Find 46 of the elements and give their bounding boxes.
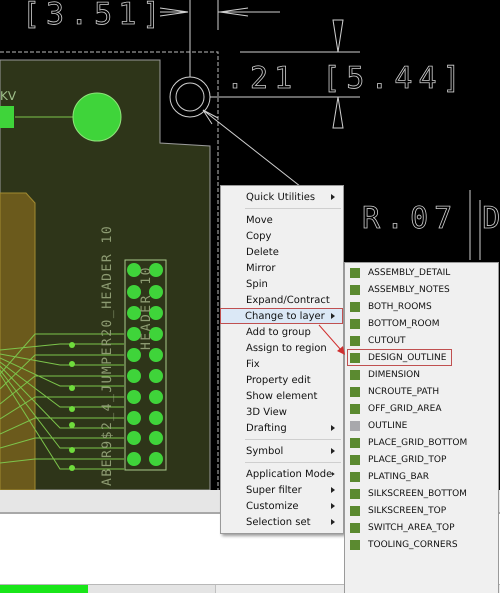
silkscreen-text: ABER9$2_4_JUMPER20_HEADER 10 bbox=[100, 224, 115, 486]
menu-item[interactable]: Application Mode bbox=[221, 466, 343, 482]
layer-menu-item[interactable]: SILKSCREEN_BOTTOM bbox=[347, 485, 496, 502]
layer-menu-item[interactable]: BOTH_ROOMS bbox=[347, 298, 496, 315]
menu-item[interactable]: Add to group bbox=[221, 324, 343, 340]
menu-item[interactable]: Quick Utilities bbox=[221, 189, 343, 205]
layer-menu-item[interactable]: ASSEMBLY_NOTES bbox=[347, 281, 496, 298]
menu-item[interactable]: Delete bbox=[221, 244, 343, 260]
dimension-text: .21 [5.44] bbox=[226, 61, 467, 96]
menu-item[interactable]: Show element bbox=[221, 388, 343, 404]
layer-menu-item[interactable]: SWITCH_AREA_TOP bbox=[347, 519, 496, 536]
layer-menu-item[interactable]: ASSEMBLY_DETAIL bbox=[347, 264, 496, 281]
layer-menu-item[interactable]: SILKSCREEN_TOP bbox=[347, 502, 496, 519]
menu-item[interactable]: Drafting bbox=[221, 420, 343, 436]
pad-icon bbox=[0, 106, 14, 128]
layer-menu-item[interactable]: DESIGN_OUTLINE bbox=[347, 349, 452, 366]
menu-item[interactable]: Mirror bbox=[221, 260, 343, 276]
layer-menu-item[interactable]: PLACE_GRID_BOTTOM bbox=[347, 434, 496, 451]
menu-item[interactable]: Super filter bbox=[221, 482, 343, 498]
layer-menu-item[interactable]: PLACE_GRID_TOP bbox=[347, 451, 496, 468]
menu-item[interactable]: Fix bbox=[221, 356, 343, 372]
menu-item[interactable]: Property edit bbox=[221, 372, 343, 388]
dimension-text: R.07 D bbox=[362, 201, 500, 236]
layer-menu-item[interactable]: PLATING_BAR bbox=[347, 468, 496, 485]
refdes-text: KV bbox=[0, 89, 16, 103]
layer-menu-item[interactable]: NCROUTE_PATH bbox=[347, 383, 496, 400]
layer-menu-item[interactable]: OFF_GRID_AREA bbox=[347, 400, 496, 417]
menu-item[interactable]: Spin bbox=[221, 276, 343, 292]
menu-item[interactable]: Change to layer bbox=[220, 308, 343, 324]
menu-item[interactable]: Customize bbox=[221, 498, 343, 514]
dimension-text: [3.51] bbox=[22, 0, 166, 32]
layer-menu-item[interactable]: DIMENSION bbox=[347, 366, 496, 383]
menu-item[interactable]: Symbol bbox=[221, 443, 343, 459]
layer-menu-item[interactable]: TOOLING_CORNERS bbox=[347, 536, 496, 553]
layer-menu-item[interactable]: CUTOUT bbox=[347, 332, 496, 349]
menu-item[interactable]: Move bbox=[221, 212, 343, 228]
pad-icon bbox=[72, 92, 122, 142]
trace-line bbox=[14, 116, 74, 118]
layer-menu-item[interactable]: BOTTOM_ROOM bbox=[347, 315, 496, 332]
menu-item[interactable]: Selection set bbox=[221, 514, 343, 530]
menu-item[interactable]: Expand/Contract bbox=[221, 292, 343, 308]
layer-menu-item[interactable]: OUTLINE bbox=[347, 417, 496, 434]
menu-item[interactable]: Assign to region bbox=[221, 340, 343, 356]
menu-item[interactable]: 3D View bbox=[221, 404, 343, 420]
menu-item[interactable]: Copy bbox=[221, 228, 343, 244]
silkscreen-text: HEADER 10 bbox=[139, 266, 154, 350]
